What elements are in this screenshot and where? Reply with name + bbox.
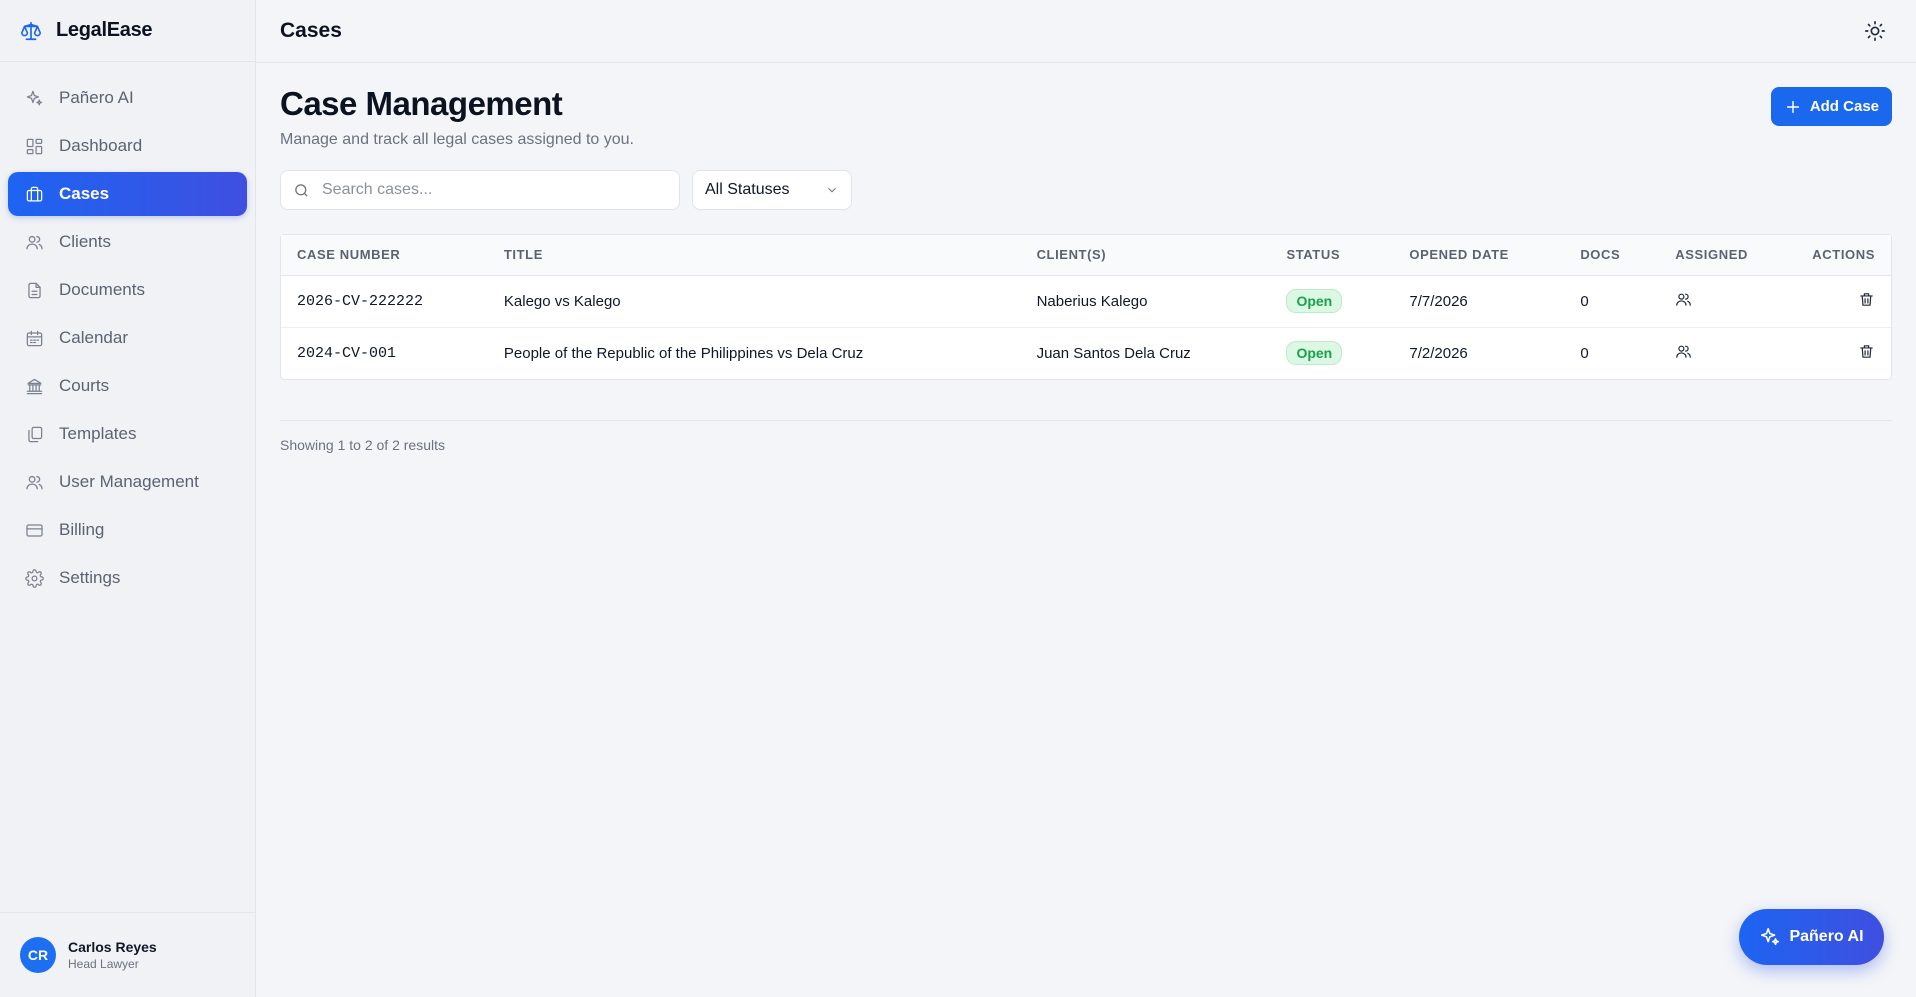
sparkles-icon	[24, 88, 44, 108]
column-header[interactable]: Assigned	[1659, 235, 1797, 276]
page-subtitle: Manage and track all legal cases assigne…	[280, 131, 634, 148]
sidebar-item-label: Documents	[59, 280, 145, 299]
users-icon	[24, 232, 44, 252]
add-case-button[interactable]: Add Case	[1770, 87, 1892, 126]
column-header[interactable]: Opened Date	[1393, 235, 1565, 276]
sun-icon[interactable]	[1864, 20, 1886, 42]
table-header-row: Case Number Title Client(s) Status Opene…	[281, 235, 1891, 276]
docs-cell: 0	[1580, 344, 1589, 362]
grid-icon	[24, 136, 44, 156]
user-profile[interactable]: CR Carlos Reyes Head Lawyer	[0, 912, 255, 997]
panero-ai-fab[interactable]: Pañero AI	[1739, 909, 1884, 965]
filters-bar: All Statuses	[280, 170, 1892, 210]
calendar-icon	[24, 328, 44, 348]
users-icon[interactable]	[1675, 293, 1692, 312]
opened-date-cell: 7/2/2026	[1409, 344, 1468, 362]
cases-table: Case Number Title Client(s) Status Opene…	[280, 234, 1892, 380]
opened-date-cell: 7/7/2026	[1393, 275, 1565, 328]
sidebar-item-label: Dashboard	[59, 136, 143, 155]
status-filter-select[interactable]: All Statuses	[692, 170, 852, 210]
case-title-cell[interactable]: Kalego vs Kalego	[487, 275, 1021, 328]
credit-card-icon	[24, 520, 44, 540]
avatar: CR	[20, 937, 56, 973]
client-cell: Naberius Kalego	[1020, 275, 1271, 328]
sidebar-item-label: Calendar	[59, 328, 128, 347]
assigned-cell	[1659, 327, 1796, 379]
briefcase-icon	[24, 184, 44, 204]
user-role: Head Lawyer	[68, 957, 139, 971]
sidebar-item-label: Templates	[59, 424, 137, 443]
client-cell: Juan Santos Dela Cruz	[1036, 344, 1191, 362]
brand[interactable]: LegalEase	[0, 0, 255, 62]
sidebar-item-label: Billing	[59, 520, 105, 539]
column-header: Actions	[1796, 235, 1891, 276]
status-filter-value: All Statuses	[705, 181, 790, 198]
case-number-cell[interactable]: 2024-CV-001	[281, 327, 488, 379]
app-name: LegalEase	[56, 19, 153, 41]
page-title: Case Management	[280, 85, 563, 122]
landmark-icon	[24, 376, 44, 396]
scales-icon	[20, 19, 44, 43]
users-icon[interactable]	[1675, 345, 1692, 364]
gear-icon	[24, 568, 44, 588]
case-title-cell[interactable]: People of the Republic of the Philippine…	[488, 327, 1021, 379]
status-cell: Open	[1270, 327, 1393, 379]
sidebar-item-templates[interactable]: Templates	[8, 412, 247, 456]
search-icon	[295, 183, 308, 197]
sidebar-item-panero-ai[interactable]: Pañero AI	[8, 76, 247, 120]
docs-cell: 0	[1564, 275, 1660, 328]
sidebar-item-billing[interactable]: Billing	[8, 508, 247, 552]
sidebar-item-courts[interactable]: Courts	[8, 364, 247, 408]
sidebar-item-label: Clients	[59, 232, 111, 251]
sidebar-item-label: User Management	[59, 472, 199, 491]
status-badge: Open	[1286, 341, 1343, 366]
column-header[interactable]: Status	[1270, 235, 1394, 276]
users-icon	[24, 472, 44, 492]
sidebar-item-user-management[interactable]: User Management	[8, 460, 247, 504]
plus-icon	[1786, 100, 1799, 113]
file-icon	[24, 280, 44, 300]
case-number-cell[interactable]: 2026-CV-222222	[281, 275, 488, 328]
sidebar-item-clients[interactable]: Clients	[8, 220, 247, 264]
actions-cell	[1796, 327, 1891, 379]
sidebar-item-calendar[interactable]: Calendar	[8, 316, 247, 360]
trash-icon[interactable]	[1858, 344, 1875, 364]
sidebar-item-label: Courts	[59, 376, 110, 395]
column-header[interactable]: Case Number	[281, 235, 488, 276]
column-header[interactable]: Client(s)	[1020, 235, 1271, 276]
status-cell: Open	[1270, 275, 1394, 328]
table-row[interactable]: 2024-CV-001 People of the Republic of th…	[281, 327, 1891, 379]
sidebar-item-documents[interactable]: Documents	[8, 268, 247, 312]
sidebar: LegalEase Pañero AI Dashboard Cases Clie…	[0, 0, 256, 997]
sidebar-item-label: Cases	[59, 184, 110, 203]
search-box[interactable]	[280, 170, 680, 210]
copy-icon	[24, 424, 44, 444]
assigned-cell	[1659, 275, 1797, 328]
fab-label: Pañero AI	[1789, 928, 1864, 945]
sidebar-item-label: Settings	[59, 568, 121, 587]
sidebar-nav: Pañero AI Dashboard Cases Clients Docume…	[0, 62, 255, 912]
search-input[interactable]	[322, 181, 662, 199]
sidebar-item-dashboard[interactable]: Dashboard	[8, 124, 247, 168]
sidebar-item-settings[interactable]: Settings	[8, 556, 247, 600]
table-row[interactable]: 2026-CV-222222 Kalego vs Kalego Naberius…	[281, 275, 1891, 328]
header-title: Cases	[280, 19, 342, 42]
results-count: Showing 1 to 2 of 2 results	[280, 420, 1892, 453]
status-badge: Open	[1286, 289, 1343, 313]
chevron-down-icon	[828, 187, 836, 193]
trash-icon[interactable]	[1858, 292, 1875, 312]
actions-cell	[1796, 275, 1891, 328]
top-bar: Cases	[256, 0, 1916, 63]
column-header[interactable]: Docs	[1564, 235, 1660, 276]
sidebar-item-cases[interactable]: Cases	[8, 172, 247, 216]
add-case-label: Add Case	[1809, 98, 1879, 115]
sparkles-icon	[1761, 927, 1780, 946]
main-content: Case Management Manage and track all leg…	[280, 63, 1892, 453]
column-header[interactable]: Title	[487, 235, 1021, 276]
user-name: Carlos Reyes	[68, 939, 157, 955]
sidebar-item-label: Pañero AI	[59, 88, 134, 107]
